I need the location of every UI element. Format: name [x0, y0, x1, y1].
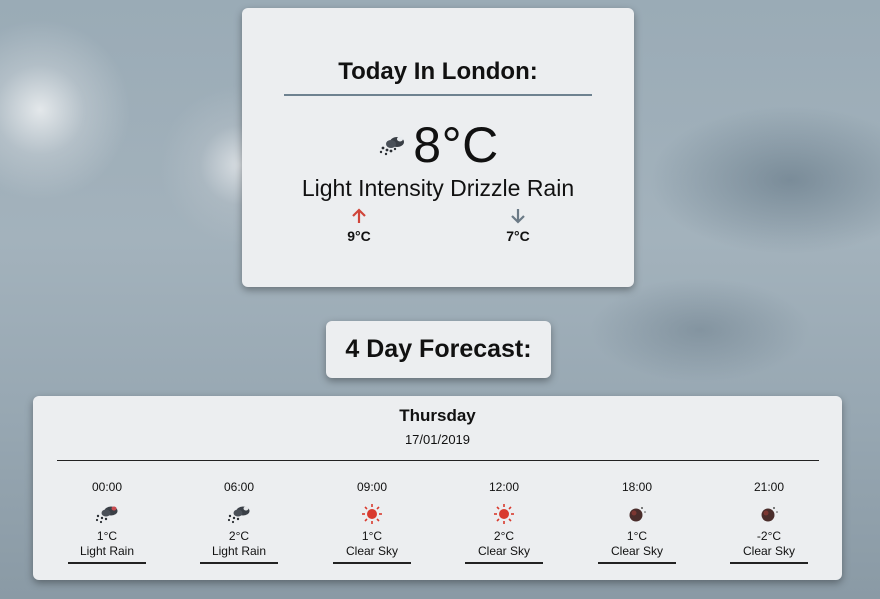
arrow-down-icon	[511, 209, 525, 224]
slot-underline	[465, 562, 543, 564]
slot-temperature: 1°C	[626, 529, 648, 543]
slot-underline	[200, 562, 278, 564]
slot-temperature: -2°C	[756, 529, 782, 543]
slot-underline	[333, 562, 411, 564]
forecast-slot: 18:00 1°C Clear Sky	[592, 480, 682, 564]
forecast-slot: 00:00 1°C Light Rain	[62, 480, 152, 564]
slot-description: Clear Sky	[610, 544, 663, 558]
rain-cloud-icon	[380, 136, 405, 156]
forecast-slot: 12:00 2°C Clear Sky	[459, 480, 549, 564]
slot-description: Clear Sky	[345, 544, 398, 558]
slot-temperature: 1°C	[361, 529, 383, 543]
today-weather-card: Today In London: 8°C Light Intensity Dri…	[242, 8, 634, 287]
slot-time: 12:00	[488, 480, 520, 494]
forecast-day-card: Thursday 17/01/2019 00:00 1°C Light Rain…	[33, 396, 842, 580]
slot-time: 21:00	[753, 480, 785, 494]
slot-description: Light Rain	[211, 544, 267, 558]
divider	[284, 94, 592, 96]
weather-app: { "today": { "title": "Today In London:"…	[0, 0, 880, 599]
forecast-slot: 06:00 2°C Light Rain	[194, 480, 284, 564]
slot-description: Light Rain	[79, 544, 135, 558]
forecast-slot: 21:00 -2°C Clear Sky	[724, 480, 814, 564]
arrow-up-icon	[352, 208, 366, 223]
min-temperature: 7°C	[488, 208, 548, 244]
slot-description: Clear Sky	[477, 544, 530, 558]
slot-time: 09:00	[356, 480, 388, 494]
slot-time: 18:00	[621, 480, 653, 494]
rain-cloud-icon	[227, 506, 250, 524]
moon-icon	[761, 507, 778, 522]
rain-cloud-icon	[95, 506, 118, 524]
slot-description: Clear Sky	[742, 544, 795, 558]
weather-description: Light Intensity Drizzle Rain	[301, 175, 575, 201]
today-title: Today In London:	[338, 58, 538, 85]
slot-temperature: 2°C	[228, 529, 250, 543]
slot-temperature: 1°C	[96, 529, 118, 543]
slot-underline	[730, 562, 808, 564]
forecast-title-card: 4 Day Forecast:	[326, 321, 551, 378]
day-date: 17/01/2019	[404, 432, 471, 447]
forecast-title: 4 Day Forecast:	[345, 335, 532, 363]
sun-icon	[362, 504, 382, 524]
moon-icon	[629, 507, 646, 522]
max-temperature-value: 9°C	[347, 228, 371, 244]
slot-time: 00:00	[91, 480, 123, 494]
divider	[57, 460, 819, 461]
day-name: Thursday	[399, 406, 476, 425]
slot-time: 06:00	[223, 480, 255, 494]
current-conditions: 8°C	[242, 115, 634, 175]
slot-temperature: 2°C	[493, 529, 515, 543]
sun-icon	[494, 504, 514, 524]
slot-underline	[68, 562, 146, 564]
max-temperature: 9°C	[329, 208, 389, 244]
min-temperature-value: 7°C	[506, 228, 530, 244]
current-temperature: 8°C	[413, 117, 499, 173]
slot-underline	[598, 562, 676, 564]
forecast-slot: 09:00 1°C Clear Sky	[327, 480, 417, 564]
